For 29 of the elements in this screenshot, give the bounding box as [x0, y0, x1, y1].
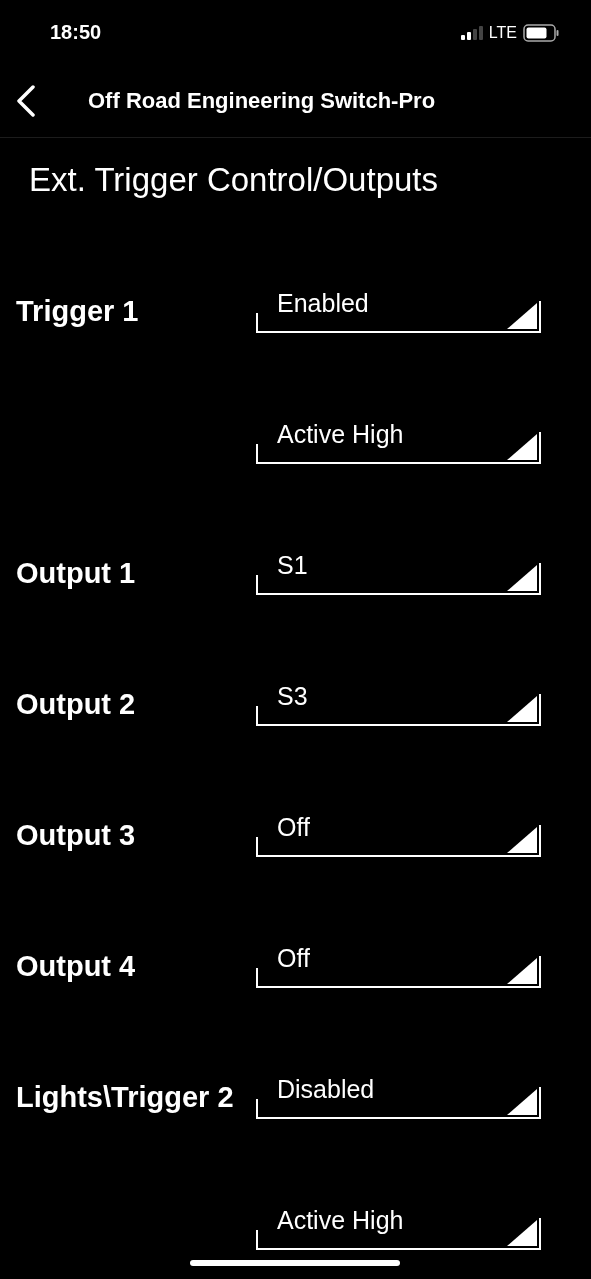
corner-triangle-icon — [507, 696, 537, 722]
dropdown-field[interactable]: Active High — [256, 1205, 541, 1250]
corner-triangle-icon — [507, 565, 537, 591]
row-label: Lights\Trigger 2 — [16, 1079, 235, 1115]
nav-title: Off Road Engineering Switch-Pro — [88, 88, 436, 114]
corner-triangle-icon — [507, 827, 537, 853]
row-label: Output 2 — [16, 686, 137, 722]
corner-triangle-icon — [507, 434, 537, 460]
battery-icon — [523, 23, 559, 42]
page-heading: Ext. Trigger Control/Outputs — [28, 160, 439, 200]
row-label: Trigger 1 — [16, 293, 140, 329]
dropdown-field[interactable]: Disabled — [256, 1074, 541, 1119]
corner-triangle-icon — [507, 1220, 537, 1246]
dropdown-field[interactable]: Enabled — [256, 288, 541, 333]
dropdown-field[interactable]: Off — [256, 943, 541, 988]
row-label: Output 1 — [16, 555, 137, 591]
dropdown-field[interactable]: Active High — [256, 419, 541, 464]
corner-triangle-icon — [507, 958, 537, 984]
status-time: 18:50 — [50, 21, 102, 44]
chevron-left-icon — [16, 85, 36, 117]
corner-triangle-icon — [507, 1089, 537, 1115]
dropdown-field[interactable]: S3 — [256, 681, 541, 726]
network-label: LTE — [488, 23, 517, 42]
signal-icon — [460, 25, 483, 40]
dropdown-field[interactable]: S1 — [256, 550, 541, 595]
row-label: Output 4 — [16, 948, 137, 984]
row-label: Output 3 — [16, 817, 137, 853]
corner-triangle-icon — [507, 303, 537, 329]
dropdown-field[interactable]: Off — [256, 812, 541, 857]
